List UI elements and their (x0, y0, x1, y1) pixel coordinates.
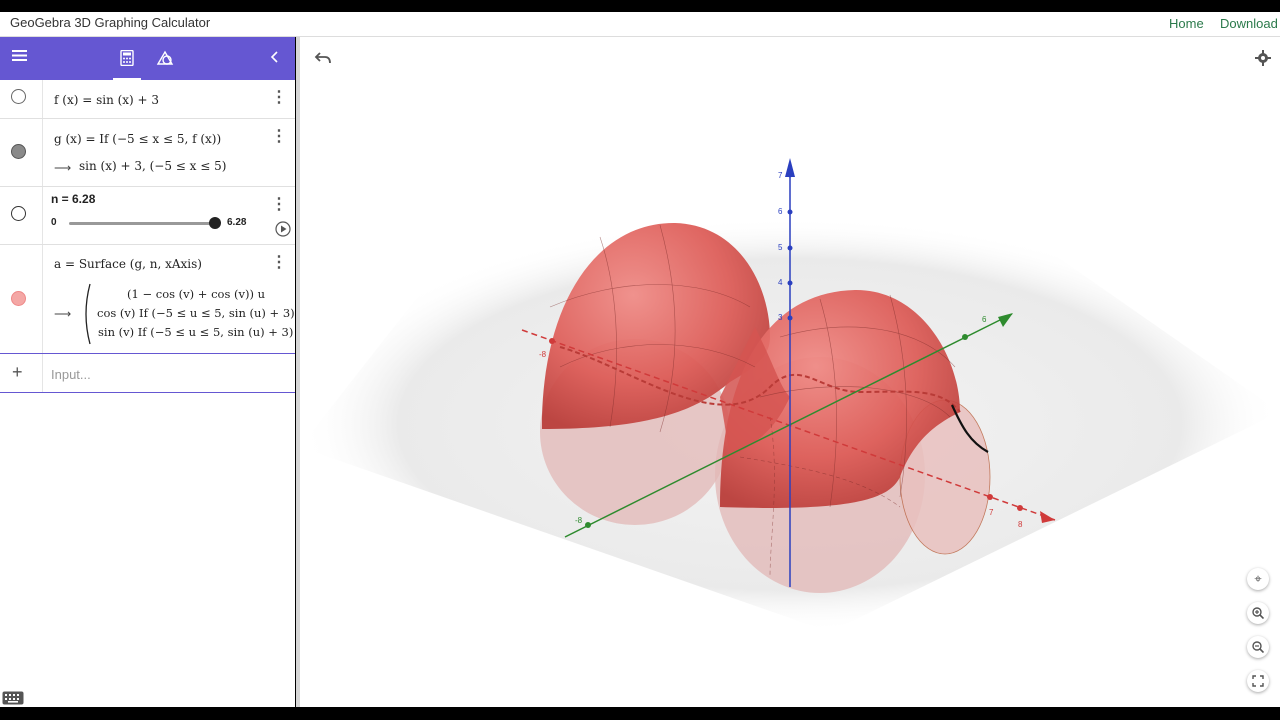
z-tick-point (787, 245, 793, 251)
more-options-icon[interactable]: ⋮ (271, 194, 287, 214)
y-tick-label: 6 (982, 315, 987, 324)
download-link[interactable]: Download (1220, 16, 1278, 31)
slider-max: 6.28 (227, 217, 247, 228)
x-tick-point (1017, 505, 1023, 511)
fullscreen-icon[interactable] (1247, 670, 1269, 692)
x-tick-point (987, 494, 993, 500)
z-tick-label: 4 (778, 278, 783, 287)
menu-icon[interactable] (12, 48, 28, 67)
collapse-icon[interactable] (270, 50, 280, 69)
app-title: GeoGebra 3D Graphing Calculator (10, 15, 211, 30)
add-icon[interactable]: + (12, 362, 23, 383)
z-tick-point (787, 280, 793, 286)
tools-icon[interactable] (156, 50, 174, 71)
scene-3d[interactable]: 7 6 5 4 3 7 8 -8 6 -8 (300, 37, 1280, 707)
x-tick-label: 7 (989, 508, 994, 517)
slider-label-n[interactable]: n = 6.28 (51, 192, 95, 206)
matrix-bracket (85, 283, 91, 345)
algebra-row-f[interactable]: f (x) = sin (x) + 3 ⋮ (0, 80, 295, 119)
app-top-bar: GeoGebra 3D Graphing Calculator Home Dow… (0, 12, 1280, 37)
slider-track[interactable] (69, 222, 215, 225)
algebra-panel: f (x) = sin (x) + 3 ⋮ g (x) = If (−5 ≤ x… (0, 37, 295, 707)
result-g: sin (x) + 3, (−5 ≤ x ≤ 5) (79, 159, 227, 173)
y-tick-point (962, 334, 968, 340)
visibility-toggle-g[interactable] (11, 144, 26, 159)
x-tick-point (549, 338, 555, 344)
expression-a[interactable]: a = Surface (g, n, xAxis) (54, 257, 202, 271)
more-options-icon[interactable]: ⋮ (271, 126, 287, 146)
zoom-out-icon[interactable] (1247, 636, 1269, 658)
z-tick-point (787, 209, 793, 215)
algebra-input-row[interactable]: + Input... (0, 354, 295, 393)
z-tick-label: 7 (778, 171, 783, 180)
result-arrow-icon: ⟶ (54, 161, 72, 175)
z-tick-label: 6 (778, 207, 783, 216)
more-options-icon[interactable]: ⋮ (271, 87, 287, 107)
zoom-in-icon[interactable] (1247, 602, 1269, 624)
algebra-row-g[interactable]: g (x) = If (−5 ≤ x ≤ 5, f (x)) ⟶ sin (x)… (0, 119, 295, 187)
settings-icon[interactable] (1255, 50, 1271, 71)
z-tick-label: 3 (778, 313, 783, 322)
algebra-row-a[interactable]: a = Surface (g, n, xAxis) ⟶ (1 − cos (v)… (0, 245, 295, 354)
bottom-bar (0, 707, 1280, 720)
play-icon[interactable] (275, 221, 291, 242)
algebra-header (0, 37, 295, 80)
surface-row-3: sin (v) If (−5 ≤ u ≤ 5, sin (u) + 3) (98, 325, 294, 339)
more-options-icon[interactable]: ⋮ (271, 252, 287, 272)
y-tick-label: -8 (575, 516, 583, 525)
center-view-icon[interactable]: ⌖ (1247, 568, 1269, 590)
surface-row-1: (1 − cos (v) + cos (v)) u (127, 287, 266, 301)
z-tick-point (787, 172, 793, 178)
home-link[interactable]: Home (1169, 16, 1204, 31)
slider-handle[interactable] (209, 217, 221, 229)
expression-f[interactable]: f (x) = sin (x) + 3 (54, 93, 159, 107)
expression-g[interactable]: g (x) = If (−5 ≤ x ≤ 5, f (x)) (54, 132, 221, 146)
visibility-toggle-a[interactable] (11, 291, 26, 306)
x-tick-label: -8 (539, 350, 547, 359)
visibility-toggle-f[interactable] (11, 89, 26, 104)
z-tick-label: 5 (778, 243, 783, 252)
y-tick-point (585, 522, 591, 528)
z-tick-point (787, 315, 793, 321)
result-arrow-icon: ⟶ (54, 307, 72, 321)
slider-min: 0 (51, 217, 57, 228)
algebra-input[interactable]: Input... (51, 367, 91, 382)
calculator-icon[interactable] (120, 49, 134, 71)
algebra-row-n[interactable]: n = 6.28 0 6.28 ⋮ (0, 187, 295, 245)
x-tick-label: 8 (1018, 520, 1023, 529)
visibility-toggle-n[interactable] (11, 206, 26, 221)
graphics-3d-view[interactable]: 7 6 5 4 3 7 8 -8 6 -8 (300, 37, 1280, 707)
surface-row-2: cos (v) If (−5 ≤ u ≤ 5, sin (u) + 3) (97, 306, 295, 320)
undo-icon[interactable] (314, 51, 332, 70)
